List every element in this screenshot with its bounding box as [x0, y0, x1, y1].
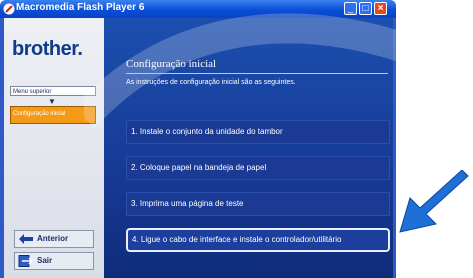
- step-3-button[interactable]: 3. Imprima uma página de teste: [126, 192, 390, 216]
- page-title: Configuração inicial: [126, 58, 217, 70]
- content-area: brother. Menu superior ▼ Configuração in…: [4, 13, 396, 278]
- step-1-button[interactable]: 1. Instale o conjunto da unidade do tamb…: [126, 120, 390, 144]
- exit-icon: [18, 255, 34, 267]
- brother-logo: brother.: [12, 38, 83, 60]
- main-panel: Configuração inicial As instruções de co…: [84, 13, 396, 278]
- exit-button-label: Sair: [37, 256, 53, 265]
- title-divider: [126, 73, 388, 74]
- step-2-button[interactable]: 2. Coloque papel na bandeja de papel: [126, 156, 390, 180]
- back-arrow-icon: [19, 234, 33, 244]
- exit-button[interactable]: Sair: [14, 252, 94, 270]
- flash-player-window: Macromedia Flash Player 6 _ □ × brother.…: [0, 0, 396, 278]
- back-button-label: Anterior: [37, 234, 69, 243]
- page-subtitle: As instruções de configuração inicial sã…: [126, 79, 296, 86]
- back-button[interactable]: Anterior: [14, 230, 94, 248]
- down-arrow-icon: ▼: [48, 97, 56, 106]
- flash-player-icon: [3, 3, 15, 15]
- step-4-button[interactable]: 4. Ligue o cabo de interface e instale o…: [126, 228, 390, 252]
- pointer-arrow-icon: [399, 170, 469, 233]
